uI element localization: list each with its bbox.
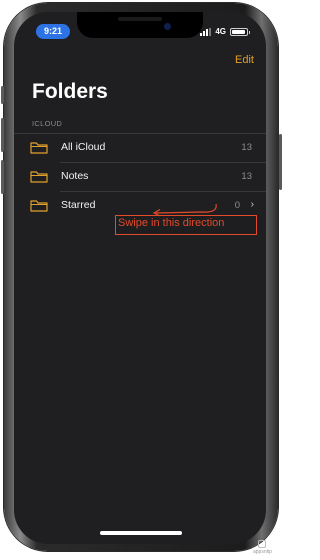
annotation-text: Swipe in this direction xyxy=(118,217,225,229)
status-indicators: 4G xyxy=(200,24,250,39)
cellular-signal-icon xyxy=(200,27,212,36)
folder-count: 13 xyxy=(241,171,252,182)
front-camera xyxy=(164,23,171,30)
folder-label: All iCloud xyxy=(61,141,106,153)
battery-icon xyxy=(230,27,250,36)
network-type: 4G xyxy=(215,27,226,36)
status-time[interactable]: 9:21 xyxy=(36,24,70,39)
row-divider xyxy=(14,133,266,134)
folder-icon xyxy=(30,171,48,183)
volume-up-button xyxy=(1,118,4,152)
section-header-icloud: ICLOUD xyxy=(32,119,63,128)
folder-row-notes[interactable]: Notes 13 xyxy=(14,162,266,191)
phone-screen: 9:21 4G Edit Folders ICLOUD All iCloud 1… xyxy=(14,12,266,544)
watermark: appsntip xyxy=(253,540,272,555)
mute-switch xyxy=(1,86,4,104)
edit-button[interactable]: Edit xyxy=(235,54,254,66)
folder-icon xyxy=(30,200,48,212)
chevron-right-icon[interactable]: › xyxy=(251,199,254,210)
folder-list: All iCloud 13 Notes 13 Starred 0 › xyxy=(14,133,266,220)
home-indicator[interactable] xyxy=(100,531,182,535)
power-button xyxy=(279,134,282,190)
notch xyxy=(77,12,203,38)
page-title: Folders xyxy=(32,80,108,103)
row-divider xyxy=(60,191,266,192)
watermark-text: appsntip xyxy=(253,549,272,555)
watermark-logo-icon xyxy=(258,540,267,548)
folder-label: Starred xyxy=(61,199,96,211)
folder-icon xyxy=(30,142,48,154)
volume-down-button xyxy=(1,160,4,194)
folder-count: 0 xyxy=(234,200,240,211)
row-divider xyxy=(60,162,266,163)
speaker-grill xyxy=(118,17,162,21)
folder-row-all-icloud[interactable]: All iCloud 13 xyxy=(14,133,266,162)
folder-label: Notes xyxy=(61,170,89,182)
folder-count: 13 xyxy=(241,142,252,153)
